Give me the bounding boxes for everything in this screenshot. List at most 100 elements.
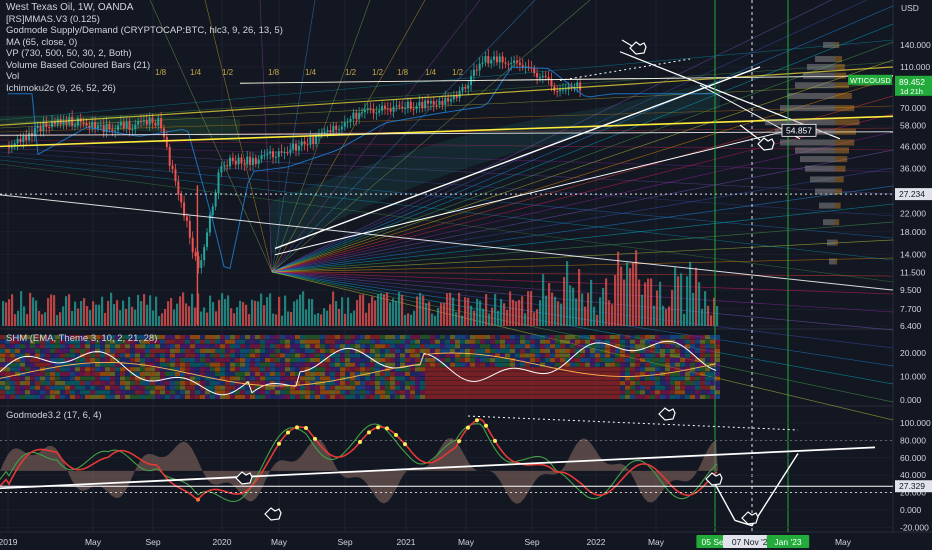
shm-cell xyxy=(490,339,495,344)
shm-cell xyxy=(45,376,50,381)
shm-cell xyxy=(245,344,250,349)
candle-body xyxy=(22,135,25,143)
shm-cell xyxy=(410,344,415,349)
shm-cell xyxy=(405,390,410,395)
shm-cell xyxy=(215,381,220,386)
candle-body xyxy=(220,166,223,173)
shm-cell xyxy=(565,353,570,358)
shm-cell xyxy=(185,348,190,353)
shm-cell xyxy=(115,390,120,395)
shm-cell xyxy=(0,339,5,344)
symbol-title[interactable]: West Texas Oil, 1W, OANDA xyxy=(6,2,283,14)
shm-cell xyxy=(635,362,640,367)
shm-cell xyxy=(430,371,435,376)
shm-cell xyxy=(170,381,175,386)
shm-cell xyxy=(420,394,425,399)
shm-cell xyxy=(450,394,455,399)
indicator-vbcb[interactable]: Volume Based Coloured Bars (21) xyxy=(6,60,283,72)
volume-bar xyxy=(470,305,473,326)
volume-bar xyxy=(299,294,302,326)
godmode-title[interactable]: Godmode3.2 (17, 6, 4) xyxy=(6,410,102,421)
shm-cell xyxy=(350,381,355,386)
shm-cell xyxy=(0,335,5,340)
shm-cell xyxy=(480,385,485,390)
shm-cell xyxy=(340,362,345,367)
volume-bar xyxy=(578,269,581,326)
volume-bar xyxy=(449,292,452,326)
shm-title[interactable]: SHM (EMA, Theme 3, 10, 2, 21, 28) xyxy=(6,333,157,344)
shm-cell xyxy=(305,335,310,340)
shm-cell xyxy=(390,376,395,381)
shm-cell xyxy=(65,381,70,386)
shm-cell xyxy=(300,348,305,353)
indicator-vp[interactable]: VP (730, 500, 50, 30, 2, Both) xyxy=(6,48,283,60)
shm-cell xyxy=(640,385,645,390)
shm-cell xyxy=(500,348,505,353)
shm-cell xyxy=(250,362,255,367)
shm-cell xyxy=(685,362,690,367)
shm-cell xyxy=(230,339,235,344)
shm-cell xyxy=(530,394,535,399)
indicator-rsmmas[interactable]: [RS]MMAS.V3 (0.125) xyxy=(6,14,283,26)
shm-cell xyxy=(310,381,315,386)
shm-cell xyxy=(205,348,210,353)
shm-cell xyxy=(655,362,660,367)
shm-cell xyxy=(385,371,390,376)
shm-cell xyxy=(25,362,30,367)
shm-cell xyxy=(650,358,655,363)
volume-bar xyxy=(128,296,131,326)
candle-body xyxy=(211,206,214,215)
shm-cell xyxy=(510,353,515,358)
shm-cell xyxy=(510,385,515,390)
shm-cell xyxy=(540,348,545,353)
volume-bar xyxy=(635,250,638,326)
shm-cell xyxy=(125,348,130,353)
indicator-ichimoku[interactable]: Ichimoku2c (9, 26, 52, 26) xyxy=(6,83,283,95)
time-label: 2021 xyxy=(397,537,416,547)
shm-cell xyxy=(85,367,90,372)
volume-bar xyxy=(155,296,158,326)
shm-cell xyxy=(715,376,720,381)
shm-cell xyxy=(265,362,270,367)
shm-cell xyxy=(600,353,605,358)
shm-cell xyxy=(665,344,670,349)
shm-cell xyxy=(10,348,15,353)
volume-bar xyxy=(53,295,56,326)
indicator-vol[interactable]: Vol xyxy=(6,71,283,83)
candle-body xyxy=(269,151,272,154)
indicator-ma[interactable]: MA (65, close, 0) xyxy=(6,37,283,49)
candle-body xyxy=(309,137,312,145)
indicator-godmode-sd[interactable]: Godmode Supply/Demand (CRYPTOCAP:BTC, hl… xyxy=(6,25,283,37)
volume-bar xyxy=(650,278,653,326)
shm-cell xyxy=(600,367,605,372)
price-label: 7.700 xyxy=(900,304,922,314)
shm-cell xyxy=(80,385,85,390)
shm-cell xyxy=(255,394,260,399)
shm-cell xyxy=(115,394,120,399)
shm-cell xyxy=(125,344,130,349)
shm-cell xyxy=(265,344,270,349)
shm-cell xyxy=(480,348,485,353)
shm-cell xyxy=(510,381,515,386)
shm-cell xyxy=(300,344,305,349)
shm-cell xyxy=(550,362,555,367)
shm-cell xyxy=(380,376,385,381)
volume-bar xyxy=(425,303,428,326)
shm-cell xyxy=(665,358,670,363)
shm-cell xyxy=(530,344,535,349)
shm-cell xyxy=(115,362,120,367)
shm-cell xyxy=(435,394,440,399)
shm-cell xyxy=(595,362,600,367)
shm-cell xyxy=(395,394,400,399)
shm-cell xyxy=(425,339,430,344)
shm-cell xyxy=(220,394,225,399)
time-label: 2022 xyxy=(587,537,606,547)
shm-cell xyxy=(125,385,130,390)
shm-cell xyxy=(685,385,690,390)
shm-cell xyxy=(290,376,295,381)
shm-cell xyxy=(390,371,395,376)
shm-cell xyxy=(435,339,440,344)
shm-cell xyxy=(30,344,35,349)
shm-cell xyxy=(695,344,700,349)
volume-bar xyxy=(479,300,482,326)
